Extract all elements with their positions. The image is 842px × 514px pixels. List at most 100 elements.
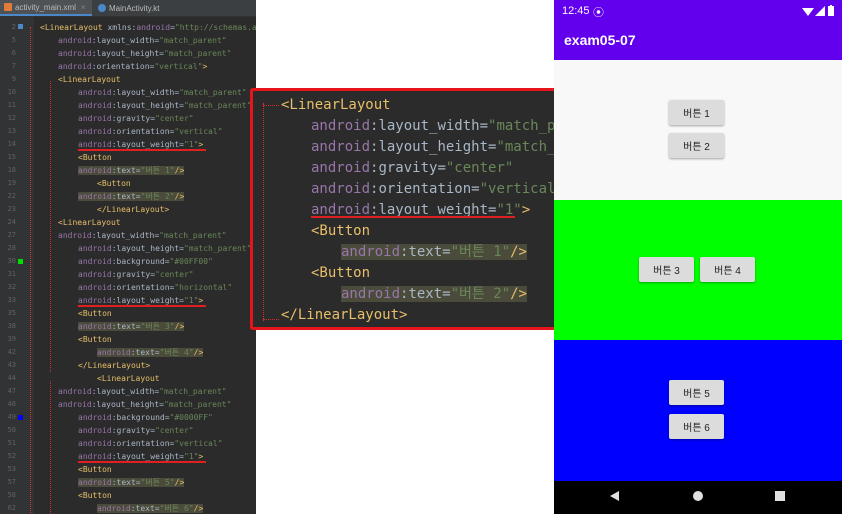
indent-guide — [263, 103, 264, 321]
layout-section-3: 버튼 5 버튼 6 — [554, 340, 842, 481]
line-number: 51 — [7, 439, 16, 447]
code-token: :background= — [111, 257, 170, 266]
layout-section-2: 버튼 3 버튼 4 — [554, 200, 842, 340]
line-number: 15 — [7, 153, 16, 161]
gutter-color-marker — [18, 24, 23, 29]
zoom-code-line: <LinearLayout — [281, 95, 391, 115]
sync-icon: ⦿ — [593, 7, 604, 19]
editor-tab-bar: activity_main.xml × MainActivity.kt — [0, 0, 256, 17]
zoomed-code-callout: <LinearLayout android:layout_width="match… — [250, 88, 614, 330]
code-token: android — [78, 192, 112, 201]
code-line: android:text="버튼 2"/> — [78, 190, 185, 203]
code-token: "horizontal" — [174, 283, 233, 292]
code-line: android:layout_width="match_parent" — [58, 34, 227, 47]
code-token: "match_parent" — [163, 400, 232, 409]
line-number: 38 — [7, 322, 16, 330]
code-token: :layout_height= — [91, 400, 164, 409]
code-token: android — [78, 439, 112, 448]
line-number: 31 — [7, 270, 16, 278]
close-icon[interactable]: × — [81, 3, 86, 12]
code-token: "center" — [155, 426, 194, 435]
line-number: 28 — [7, 244, 16, 252]
xml-file-icon — [4, 3, 12, 11]
line-number: 10 — [7, 88, 16, 96]
code-token: android — [78, 101, 112, 110]
line-number: 57 — [7, 478, 16, 486]
code-token: android — [78, 322, 112, 331]
code-token: "버튼 3" — [140, 322, 175, 331]
phone-preview: 12:45 ⦿ exam05-07 버튼 1 버튼 2 버튼 3 버튼 4 버튼… — [554, 0, 842, 514]
line-number: 44 — [7, 374, 16, 382]
code-line: android:layout_height="match_parent" — [78, 242, 251, 255]
code-line: android:text="버튼 6"/> — [97, 502, 204, 514]
code-token: <Button — [78, 465, 112, 474]
line-number: 53 — [7, 465, 16, 473]
code-token: android — [78, 257, 112, 266]
code-token: </LinearLayout> — [97, 205, 170, 214]
code-token: "1" — [183, 452, 199, 461]
button-1[interactable]: 버튼 1 — [669, 100, 724, 125]
code-token: <LinearLayout — [97, 374, 160, 383]
line-number: 12 — [7, 114, 16, 122]
code-line: </LinearLayout> — [97, 203, 169, 216]
code-token: android — [58, 36, 92, 45]
tab-mainactivity-kt[interactable]: MainActivity.kt — [94, 0, 174, 16]
tab-label: MainActivity.kt — [109, 3, 160, 13]
code-line: <Button — [78, 151, 112, 164]
code-token: android — [58, 49, 92, 58]
code-token: android — [78, 283, 112, 292]
code-line: android:gravity="center" — [78, 112, 194, 125]
code-token: /> — [193, 504, 204, 513]
code-line: android:gravity="center" — [78, 268, 194, 281]
button-2[interactable]: 버튼 2 — [669, 133, 724, 158]
button-6[interactable]: 버튼 6 — [669, 414, 724, 439]
back-icon[interactable] — [608, 490, 620, 502]
code-token: > — [202, 62, 208, 71]
recents-icon[interactable] — [774, 490, 786, 502]
code-token: <Button — [311, 265, 371, 281]
wifi-icon — [802, 8, 814, 16]
code-token: :text= — [400, 286, 451, 302]
code-token: :layout_weight= — [111, 296, 184, 305]
code-token: "vertical" — [479, 181, 564, 197]
code-token: android — [78, 127, 112, 136]
code-line: android:layout_height="match_parent" — [58, 398, 231, 411]
code-line: android:text="버튼 1"/> — [78, 164, 185, 177]
code-token: "버튼 5" — [140, 478, 175, 487]
button-5[interactable]: 버튼 5 — [669, 380, 724, 405]
code-token: <LinearLayout — [281, 97, 391, 113]
line-number: 43 — [7, 361, 16, 369]
line-number: 58 — [7, 491, 16, 499]
code-token: "match_parent" — [163, 49, 232, 58]
line-number: 2 — [11, 23, 16, 31]
code-token: android — [58, 231, 92, 240]
line-number: 32 — [7, 283, 16, 291]
line-number: 7 — [11, 62, 16, 70]
code-token: :gravity= — [111, 270, 156, 279]
tab-activity-main-xml[interactable]: activity_main.xml × — [0, 0, 92, 16]
indent-guide — [50, 81, 51, 222]
code-token: "버튼 6" — [159, 504, 194, 513]
code-token: /> — [174, 478, 185, 487]
code-token: android — [311, 139, 371, 155]
code-token: :layout_width= — [91, 231, 160, 240]
code-token: android — [78, 140, 112, 149]
code-line: <LinearLayout — [58, 216, 121, 229]
code-token: :orientation= — [111, 127, 175, 136]
code-line: <Button — [78, 307, 112, 320]
app-bar: exam05-07 — [554, 22, 842, 60]
code-token: :text= — [111, 322, 141, 331]
line-number: 9 — [11, 75, 16, 83]
button-3[interactable]: 버튼 3 — [639, 257, 694, 282]
code-line: <Button — [78, 333, 112, 346]
code-line: <LinearLayout xmlns:android="http://sche… — [40, 21, 256, 34]
code-token: :text= — [111, 192, 141, 201]
code-token: :text= — [130, 504, 160, 513]
button-4[interactable]: 버튼 4 — [700, 257, 755, 282]
home-icon[interactable] — [692, 490, 704, 502]
code-token: <Button — [78, 309, 112, 318]
line-number: 33 — [7, 296, 16, 304]
line-number: 19 — [7, 179, 16, 187]
line-number: 23 — [7, 205, 16, 213]
app-title: exam05-07 — [564, 32, 636, 48]
